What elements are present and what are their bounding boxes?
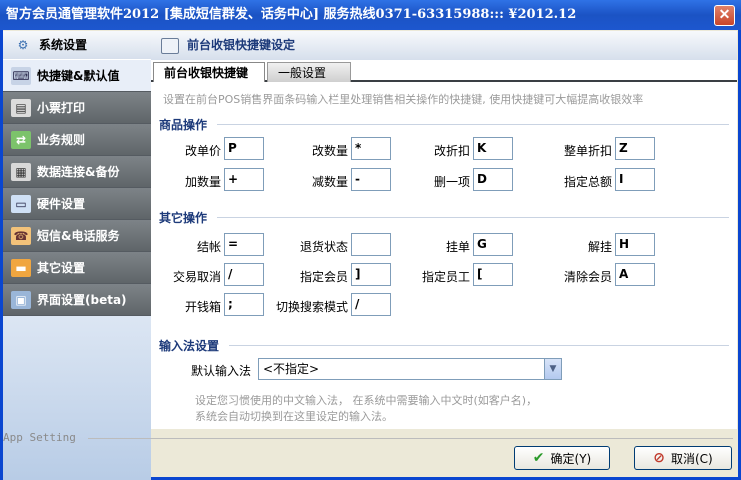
status-divider xyxy=(88,438,733,439)
close-icon: ✕ xyxy=(718,7,731,23)
section-divider xyxy=(229,345,729,346)
key-input[interactable]: G xyxy=(473,233,513,256)
sidebar-item-other[interactable]: ▬ 其它设置 xyxy=(3,252,151,284)
key-label: 整单折扣 xyxy=(563,144,612,158)
section-divider xyxy=(217,217,729,218)
key-input[interactable]: - xyxy=(351,168,391,191)
tab-bar: 前台收银快捷键 一般设置 xyxy=(151,60,737,82)
key-label: 改数量 xyxy=(311,144,348,158)
sidebar-header[interactable]: ⚙ 系统设置 xyxy=(3,31,151,60)
key-input[interactable] xyxy=(351,233,391,256)
key-label: 减数量 xyxy=(311,175,348,189)
chevron-down-icon: ▼ xyxy=(544,359,561,379)
sidebar-item-label: 短信&电话服务 xyxy=(37,229,120,243)
key-input[interactable]: K xyxy=(473,137,513,160)
sidebar-item-data-backup[interactable]: ▦ 数据连接&备份 xyxy=(3,156,151,188)
input-method-label: 默认输入法 xyxy=(190,364,251,378)
sidebar-header-label: 系统设置 xyxy=(39,37,88,52)
key-input[interactable]: ] xyxy=(351,263,391,286)
sidebar-fill xyxy=(3,316,151,480)
input-method-value: <不指定> xyxy=(263,362,320,376)
tab-general[interactable]: 一般设置 xyxy=(267,62,351,82)
section-other: 其它操作 xyxy=(159,211,208,225)
main-header: 前台收银快捷键设定 xyxy=(151,31,737,60)
sidebar-item-label: 小票打印 xyxy=(37,101,86,115)
sidebar-item-label: 业务规则 xyxy=(37,133,86,147)
main-panel: 前台收银快捷键设定 前台收银快捷键 一般设置 设置在前台POS销售界面条码输入栏… xyxy=(151,31,737,429)
monitor-icon: ▭ xyxy=(11,194,31,213)
key-label: 指定总额 xyxy=(563,175,612,189)
status-text: App Setting xyxy=(3,431,76,444)
ok-button-label: 确定(Y) xyxy=(550,451,592,466)
key-label: 指定会员 xyxy=(299,270,348,284)
window-titlebar: 智方会员通管理软件2012 [集成短信群发、话务中心] 服务热线0371-633… xyxy=(0,0,741,30)
phone-icon: ☎ xyxy=(11,226,31,245)
window-title: 智方会员通管理软件2012 [集成短信群发、话务中心] 服务热线0371-633… xyxy=(6,7,577,22)
input-method-note: 设定您习惯使用的中文输入法， 在系统中需要输入中文时(如客户名)， xyxy=(195,394,538,407)
key-input[interactable]: I xyxy=(615,168,655,191)
section-product: 商品操作 xyxy=(159,118,208,132)
sidebar-item-label: 界面设置(beta) xyxy=(37,293,127,307)
section-divider xyxy=(217,124,729,125)
key-label: 清除会员 xyxy=(563,270,612,284)
key-input[interactable]: Z xyxy=(615,137,655,160)
key-label: 结帐 xyxy=(196,240,221,254)
printer-icon: ▤ xyxy=(11,98,31,117)
key-input[interactable]: = xyxy=(224,233,264,256)
input-method-select[interactable]: <不指定> ▼ xyxy=(258,358,562,380)
sidebar-item-shortcuts[interactable]: ⌨ 快捷键&默认值 xyxy=(3,60,151,92)
input-method-note: 系统会自动切换到在这里设定的输入法。 xyxy=(195,410,393,423)
key-input[interactable]: / xyxy=(224,263,264,286)
sidebar-item-business-rules[interactable]: ⇄ 业务规则 xyxy=(3,124,151,156)
key-label: 改折扣 xyxy=(433,144,470,158)
sidebar-item-label: 硬件设置 xyxy=(37,197,86,211)
tab-pos-shortcuts[interactable]: 前台收银快捷键 xyxy=(153,62,265,82)
hint-text: 设置在前台POS销售界面条码输入栏里处理销售相关操作的快捷键, 使用快捷键可大幅… xyxy=(163,93,644,106)
sidebar-item-ui[interactable]: ▣ 界面设置(beta) xyxy=(3,284,151,316)
sidebar: ⚙ 系统设置 ⌨ 快捷键&默认值 ▤ 小票打印 ⇄ 业务规则 ▦ 数据连接&备份… xyxy=(3,31,151,480)
display-icon: ▣ xyxy=(11,290,31,309)
check-icon: ✔ xyxy=(532,450,545,466)
key-label: 切换搜索模式 xyxy=(275,300,348,314)
ok-button[interactable]: ✔ 确定(Y) xyxy=(514,446,610,470)
key-label: 交易取消 xyxy=(172,270,221,284)
key-input[interactable]: / xyxy=(351,293,391,316)
key-label: 开钱箱 xyxy=(184,300,221,314)
key-input[interactable]: + xyxy=(224,168,264,191)
key-input[interactable]: A xyxy=(615,263,655,286)
key-label: 删一项 xyxy=(433,175,470,189)
folder-icon: ▬ xyxy=(11,258,31,277)
section-input-method: 输入法设置 xyxy=(159,339,220,353)
key-input[interactable]: D xyxy=(473,168,513,191)
cancel-icon: ⊘ xyxy=(653,450,665,466)
sidebar-item-sms-phone[interactable]: ☎ 短信&电话服务 xyxy=(3,220,151,252)
key-label: 挂单 xyxy=(445,240,470,254)
key-input[interactable]: P xyxy=(224,137,264,160)
key-input[interactable]: * xyxy=(351,137,391,160)
key-label: 退货状态 xyxy=(299,240,348,254)
cancel-button-label: 取消(C) xyxy=(670,451,713,466)
key-label: 加数量 xyxy=(184,175,221,189)
key-input[interactable]: [ xyxy=(473,263,513,286)
sidebar-item-hardware[interactable]: ▭ 硬件设置 xyxy=(3,188,151,220)
rules-icon: ⇄ xyxy=(11,130,31,149)
sidebar-item-label: 其它设置 xyxy=(37,261,86,275)
database-icon: ▦ xyxy=(11,162,31,181)
panel-icon xyxy=(161,37,179,54)
close-button[interactable]: ✕ xyxy=(714,5,735,26)
gear-icon: ⚙ xyxy=(17,38,29,52)
cancel-button[interactable]: ⊘ 取消(C) xyxy=(634,446,732,470)
sidebar-item-label: 快捷键&默认值 xyxy=(37,69,120,83)
key-label: 指定员工 xyxy=(421,270,470,284)
key-label: 改单价 xyxy=(184,144,221,158)
key-label: 解挂 xyxy=(587,240,612,254)
sidebar-item-label: 数据连接&备份 xyxy=(37,165,120,179)
sidebar-item-receipt-print[interactable]: ▤ 小票打印 xyxy=(3,92,151,124)
page-title: 前台收银快捷键设定 xyxy=(187,38,296,52)
keyboard-icon: ⌨ xyxy=(11,66,31,85)
key-input[interactable]: H xyxy=(615,233,655,256)
